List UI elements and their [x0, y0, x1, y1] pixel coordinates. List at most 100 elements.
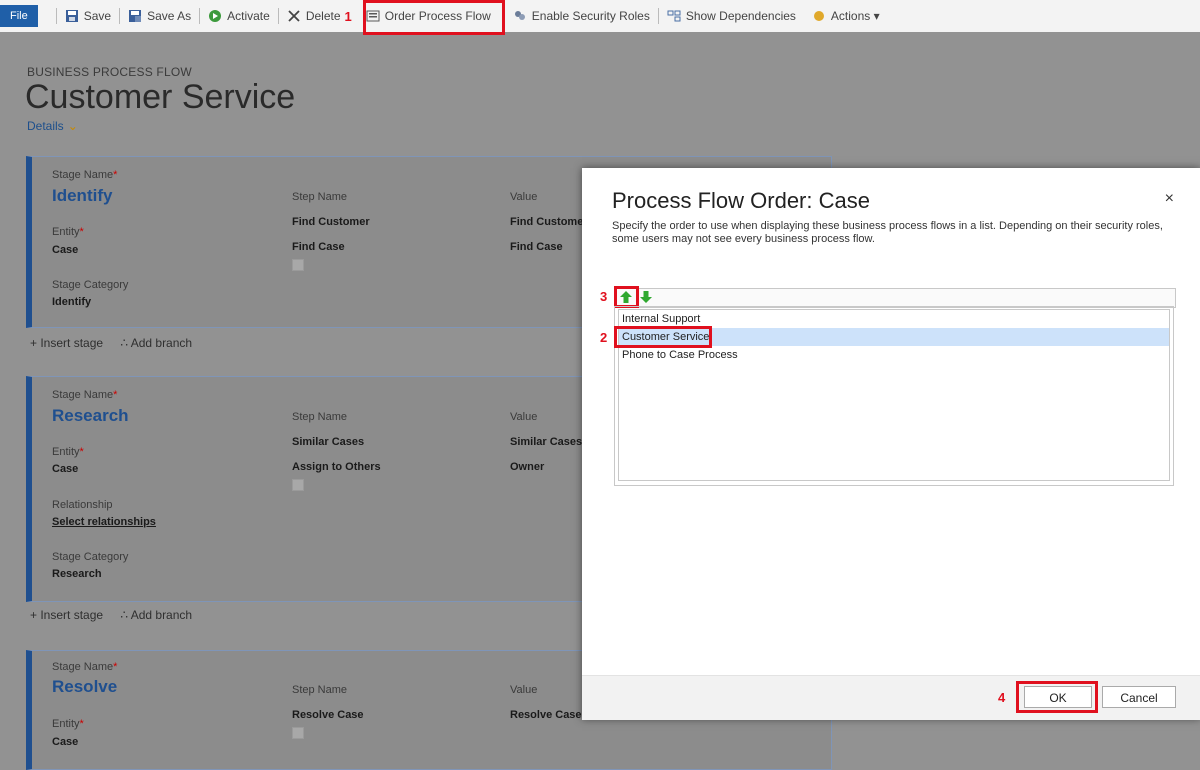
delete-icon: [288, 10, 300, 22]
step-name[interactable]: Assign to Others: [292, 461, 381, 473]
step-name[interactable]: Resolve Case: [292, 709, 364, 721]
insert-stage-link[interactable]: + Insert stage: [30, 608, 103, 622]
step-value[interactable]: Owner: [510, 461, 544, 473]
save-icon: [65, 10, 78, 22]
command-bar: File Save Save As Activate Delete 1 Orde…: [0, 0, 1200, 32]
insert-stage-link[interactable]: + Insert stage: [30, 336, 103, 350]
highlight-order-process-flow: [363, 0, 505, 35]
stage-category-value: Research: [52, 568, 102, 580]
chevron-down-icon: ⌄: [67, 119, 78, 133]
entity-label-text: Entity: [52, 226, 80, 238]
required-mark: *: [79, 718, 84, 730]
entity-label-text: Entity: [52, 718, 80, 730]
stage-name-label: Stage Name*: [52, 169, 117, 181]
add-step-icon[interactable]: [292, 479, 304, 491]
entity-value: Case: [52, 736, 79, 748]
required-mark: *: [79, 446, 84, 458]
actions-label: Actions ▾: [830, 9, 880, 23]
stage-category-value: Identify: [52, 296, 92, 308]
value-header: Value: [510, 191, 538, 203]
activate-icon: [209, 10, 222, 22]
annotation-number-4: 4: [998, 690, 1006, 705]
step-name-header: Step Name: [292, 411, 348, 423]
add-branch-link[interactable]: Add branch: [131, 608, 192, 622]
required-mark: *: [79, 226, 84, 238]
show-dependencies-button[interactable]: Show Dependencies: [659, 2, 804, 30]
show-dependencies-label: Show Dependencies: [685, 9, 796, 23]
close-icon[interactable]: ×: [1165, 190, 1174, 208]
details-toggle[interactable]: Details ⌄: [27, 119, 78, 133]
list-item[interactable]: Phone to Case Process: [619, 346, 1169, 364]
stage-name: Identify: [52, 186, 113, 205]
process-flow-order-dialog: Process Flow Order: Case × Specify the o…: [582, 168, 1200, 720]
move-down-icon[interactable]: [639, 290, 653, 304]
entity-label-text: Entity: [52, 446, 80, 458]
dialog-title: Process Flow Order: Case: [612, 188, 870, 213]
step-name[interactable]: Find Customer: [292, 216, 370, 228]
stage-name: Research: [52, 406, 129, 425]
breadcrumb: BUSINESS PROCESS FLOW: [27, 65, 192, 79]
stage-name-text: Stage Name: [52, 169, 114, 181]
stage-name: Resolve: [52, 677, 118, 696]
stage-name-label: Stage Name*: [52, 389, 117, 401]
add-step-icon[interactable]: [292, 259, 304, 271]
save-button[interactable]: Save: [57, 2, 119, 30]
stage-category-label: Stage Category: [52, 279, 129, 291]
dialog-description: Specify the order to use when displaying…: [612, 220, 1163, 245]
annotation-number-3: 3: [600, 289, 608, 304]
save-as-label: Save As: [147, 9, 192, 23]
details-label: Details: [27, 119, 64, 133]
delete-label: Delete: [305, 9, 341, 23]
highlight-move-up: [614, 286, 639, 308]
step-name-header: Step Name: [292, 191, 348, 203]
save-label: Save: [83, 9, 112, 23]
step-name[interactable]: Find Case: [292, 241, 345, 253]
branch-icon: ∴: [120, 336, 129, 350]
highlight-ok: [1016, 681, 1098, 713]
highlight-customer-service: [614, 326, 712, 348]
required-mark: *: [113, 169, 118, 181]
value-header: Value: [510, 684, 538, 696]
save-as-button[interactable]: Save As: [120, 2, 199, 30]
security-roles-icon: [514, 11, 525, 20]
actions-menu-button[interactable]: Actions ▾: [804, 2, 888, 30]
select-relationships-link[interactable]: Select relationships: [52, 516, 156, 528]
annotation-number-2: 2: [600, 330, 608, 345]
required-mark: *: [113, 389, 118, 401]
save-as-icon: [129, 10, 142, 22]
cancel-button[interactable]: Cancel: [1102, 686, 1176, 708]
stage-name-label: Stage Name*: [52, 661, 117, 673]
add-step-icon[interactable]: [292, 727, 304, 739]
activate-button[interactable]: Activate: [200, 2, 278, 30]
entity-label: Entity*: [52, 718, 84, 730]
required-mark: *: [113, 661, 118, 673]
stage-name-text: Stage Name: [52, 661, 114, 673]
file-button[interactable]: File: [0, 5, 38, 27]
entity-label: Entity*: [52, 226, 84, 238]
step-value[interactable]: Similar Cases: [510, 436, 582, 448]
step-value[interactable]: Find Custome: [510, 216, 583, 228]
activate-label: Activate: [227, 9, 270, 23]
delete-button[interactable]: Delete: [279, 2, 349, 30]
dependencies-icon: [667, 10, 681, 22]
add-branch-link[interactable]: Add branch: [131, 336, 192, 350]
dialog-footer: 4 OK Cancel: [582, 675, 1200, 720]
stage-name-text: Stage Name: [52, 389, 114, 401]
annotation-number-1: 1: [344, 8, 352, 24]
page-title: Customer Service: [25, 78, 296, 116]
stage-category-label: Stage Category: [52, 551, 129, 563]
stage-actions: + Insert stage ∴ Add branch: [30, 608, 192, 622]
branch-icon: ∴: [120, 608, 129, 622]
enable-security-roles-label: Enable Security Roles: [531, 9, 650, 23]
value-header: Value: [510, 411, 538, 423]
actions-icon: [813, 11, 824, 21]
step-name[interactable]: Similar Cases: [292, 436, 364, 448]
entity-label: Entity*: [52, 446, 84, 458]
step-name-header: Step Name: [292, 684, 348, 696]
enable-security-roles-button[interactable]: Enable Security Roles: [505, 2, 658, 30]
entity-value: Case: [52, 463, 79, 475]
step-value[interactable]: Find Case: [510, 241, 563, 253]
relationship-label: Relationship: [52, 499, 113, 511]
stage-actions: + Insert stage ∴ Add branch: [30, 336, 192, 350]
step-value[interactable]: Resolve Case: [510, 709, 582, 721]
